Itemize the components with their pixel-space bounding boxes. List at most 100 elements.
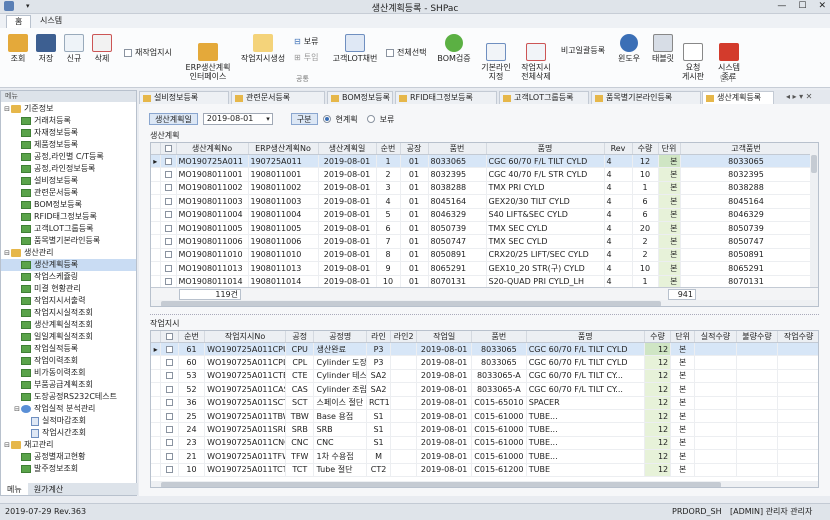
column-header[interactable]: ERP생산계획No — [248, 143, 319, 155]
column-header[interactable]: 라인2 — [390, 331, 418, 343]
row-checkbox[interactable] — [166, 385, 174, 393]
menu-item[interactable]: 작업지시실적조회 — [1, 307, 136, 319]
menu-item[interactable]: ⊟ 작업실적 분석관리 — [1, 403, 136, 415]
save-button[interactable]: 저장 — [34, 34, 58, 63]
hold-button[interactable]: ⊟ 보류 — [294, 36, 318, 47]
radio-current-plan[interactable] — [322, 115, 331, 123]
menu-item[interactable]: 작업시간조회 — [1, 427, 136, 439]
create-work-order-button[interactable]: 작업지시생성 — [238, 34, 288, 63]
row-checkbox[interactable] — [166, 439, 174, 447]
column-header[interactable]: 수량 — [632, 143, 659, 155]
row-checkbox-cell[interactable] — [160, 382, 179, 397]
row-checkbox[interactable] — [164, 278, 172, 286]
delete-button[interactable]: 삭제 — [90, 34, 114, 63]
doc-tab[interactable]: 관련문서등록 — [231, 91, 325, 104]
row-checkbox[interactable] — [164, 157, 172, 165]
menu-item[interactable]: BOM정보등록 — [1, 199, 136, 211]
table-row[interactable]: 25WO190725A011TBW01TBWBase 용접S1 2019-08-0… — [151, 409, 818, 424]
menu-item[interactable]: ⊟ 기준정보 — [1, 103, 136, 115]
column-header[interactable]: 불량수량 — [736, 331, 779, 343]
row-checkbox[interactable] — [166, 399, 174, 407]
table-row[interactable]: 53WO190725A011CTE01CTECylinder 테스트SA2 201… — [151, 369, 818, 384]
menu-item[interactable]: 작업이력조회 — [1, 355, 136, 367]
row-checkbox-cell[interactable] — [160, 369, 179, 384]
menu-item[interactable]: 제품정보등록 — [1, 139, 136, 151]
new-button[interactable]: 신규 — [62, 34, 86, 63]
column-header[interactable]: 작업수량 — [777, 331, 818, 343]
row-checkbox[interactable] — [164, 184, 172, 192]
column-header[interactable]: 고객품번 — [680, 143, 813, 155]
row-checkbox[interactable] — [166, 452, 174, 460]
column-header[interactable]: 단위 — [670, 331, 696, 343]
doc-tab[interactable]: 생산계획등록 — [702, 91, 774, 104]
column-header[interactable]: 실적수량 — [694, 331, 737, 343]
tab-scroll-icons[interactable]: ◂ ▸ ▾ ✕ — [786, 92, 812, 101]
row-checkbox-cell[interactable] — [160, 248, 177, 263]
doc-tab[interactable]: RFID태그정보등록 — [395, 91, 497, 104]
maximize-icon[interactable]: ☐ — [798, 1, 806, 11]
input-button[interactable]: ⊞ 투입 — [294, 52, 318, 63]
menu-item[interactable]: 공정별재고현황 — [1, 451, 136, 463]
erp-interface-button[interactable]: ERP생산계획 인터페이스 — [180, 34, 236, 81]
table-row[interactable]: MO1908011001 1908011001 2019-08-01 2 01 80323… — [151, 167, 813, 182]
column-header[interactable] — [160, 143, 177, 155]
work-hscrollbar[interactable] — [151, 481, 818, 487]
row-checkbox-cell[interactable] — [160, 422, 179, 437]
table-row[interactable]: MO1908011005 1908011005 2019-08-01 6 01 80507… — [151, 221, 813, 236]
select-all-checkbox[interactable]: 전체선택 — [386, 47, 426, 58]
column-header[interactable]: 공정명 — [313, 331, 367, 343]
menu-item[interactable]: 공정,라인별 C/T등록 — [1, 151, 136, 163]
row-checkbox-cell[interactable] — [160, 167, 177, 182]
column-header[interactable]: 생산계획No — [176, 143, 249, 155]
column-header[interactable]: 공장 — [400, 143, 429, 155]
ribbon-tab-home[interactable]: 홈 — [6, 15, 32, 28]
row-checkbox[interactable] — [166, 412, 174, 420]
table-row[interactable]: ▸ MO190725A011 190725A011 2019-08-01 1 01 8033… — [151, 154, 813, 169]
column-header[interactable] — [151, 331, 162, 343]
table-row[interactable]: 36WO190725A011SCT01SCT스페이스 절단RCT1 2019-08… — [151, 396, 818, 410]
table-row[interactable]: 21WO190725A011TFW01TFW1차 수용접M 2019-08-01C… — [151, 449, 818, 464]
tab-cost[interactable]: 원가계산 — [28, 483, 69, 495]
menu-item[interactable]: 발주정보조회 — [1, 463, 136, 475]
close-icon[interactable]: ✕ — [818, 1, 826, 11]
menu-item[interactable]: 도장공정RS232C테스트 — [1, 391, 136, 403]
menu-item[interactable]: 생산계획실적조회 — [1, 319, 136, 331]
menu-item[interactable]: 자재정보등록 — [1, 127, 136, 139]
row-checkbox-cell[interactable] — [160, 463, 179, 477]
table-row[interactable]: 52WO190725A011CAS01CASCylinder 조립SA2 2019… — [151, 382, 818, 397]
menu-item[interactable]: 부품공급계획조회 — [1, 379, 136, 391]
column-header[interactable]: 작업지시No — [204, 331, 287, 343]
row-checkbox[interactable] — [166, 372, 174, 380]
row-checkbox[interactable] — [166, 345, 174, 353]
column-header[interactable]: 품명 — [526, 331, 645, 343]
row-checkbox-cell[interactable] — [160, 181, 177, 196]
row-checkbox-cell[interactable] — [160, 449, 179, 464]
table-row[interactable]: 60WO190725A011CPL01CPLCylinder 도장P3 2019-… — [151, 355, 818, 370]
row-checkbox-cell[interactable] — [160, 154, 177, 169]
row-checkbox[interactable] — [166, 359, 174, 367]
row-checkbox-cell[interactable] — [160, 208, 177, 222]
rework-checkbox[interactable]: 재작업지시 — [124, 47, 172, 58]
menu-item[interactable]: 생산계획등록 — [1, 259, 136, 271]
row-checkbox[interactable] — [164, 251, 172, 259]
column-header[interactable] — [151, 143, 161, 155]
column-header[interactable]: 단위 — [658, 143, 681, 155]
column-header[interactable]: 품번 — [428, 143, 487, 155]
menu-item[interactable]: 관련문서등록 — [1, 187, 136, 199]
plan-date-input[interactable]: 2019-08-01 — [202, 113, 273, 125]
search-button[interactable]: 조회 — [6, 34, 30, 63]
column-header[interactable]: 수량 — [644, 331, 672, 343]
column-header[interactable]: 순번 — [178, 331, 206, 343]
table-row[interactable]: MO1908011010 1908011010 2019-08-01 8 01 80508… — [151, 248, 813, 263]
column-header[interactable]: 품번 — [471, 331, 527, 343]
column-header[interactable] — [160, 331, 179, 343]
row-checkbox-cell[interactable] — [160, 396, 179, 410]
column-header[interactable]: 작업일 — [416, 331, 473, 343]
column-header[interactable]: Rev — [604, 143, 633, 155]
menu-item[interactable]: 작업스케쥴링 — [1, 271, 136, 283]
row-checkbox-cell[interactable] — [160, 436, 179, 451]
doc-tab[interactable]: 고객LOT그룹등록 — [499, 91, 589, 104]
splitter[interactable] — [150, 314, 819, 317]
row-checkbox-cell[interactable] — [160, 234, 177, 249]
menu-item[interactable]: ⊟ 생산관리 — [1, 247, 136, 259]
